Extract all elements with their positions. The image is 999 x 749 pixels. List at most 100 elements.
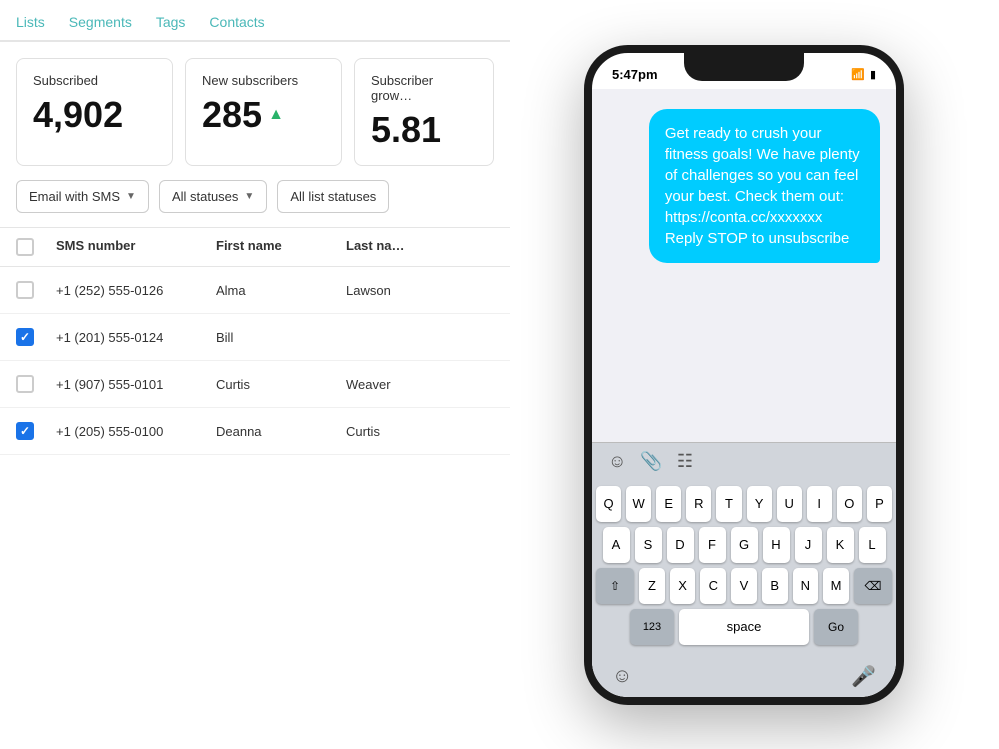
message-area: Get ready to crush your fitness goals! W… (592, 89, 896, 442)
row-checkbox[interactable] (16, 422, 56, 440)
key-b[interactable]: B (762, 568, 788, 604)
key-f[interactable]: F (699, 527, 726, 563)
tab-lists[interactable]: Lists (16, 14, 45, 42)
contacts-table: SMS number First name Last na… +1 (252) … (0, 227, 510, 455)
key-go[interactable]: Go (814, 609, 858, 645)
key-c[interactable]: C (700, 568, 726, 604)
key-w[interactable]: W (626, 486, 651, 522)
select-all-checkbox[interactable] (16, 238, 34, 256)
battery-icon: ▮ (870, 68, 876, 81)
key-a[interactable]: A (603, 527, 630, 563)
stat-subscriber-growth: Subscriber grow… 5.81 (354, 58, 494, 166)
table-header: SMS number First name Last na… (0, 227, 510, 267)
row-2-checkbox[interactable] (16, 328, 34, 346)
tab-contacts[interactable]: Contacts (209, 14, 264, 42)
row-3-checkbox[interactable] (16, 375, 34, 393)
row-1-first: Alma (216, 283, 346, 298)
key-p[interactable]: P (867, 486, 892, 522)
emoji-icon[interactable]: ☺ (608, 451, 626, 472)
wifi-icon: 📶 (851, 68, 865, 81)
table-row: +1 (205) 555-0100 Deanna Curtis (0, 408, 510, 455)
keyboard-toolbar: ☺ 📎 ☷ (592, 442, 896, 480)
key-y[interactable]: Y (747, 486, 772, 522)
key-t[interactable]: T (716, 486, 741, 522)
col-header-sms: SMS number (56, 238, 216, 256)
key-v[interactable]: V (731, 568, 757, 604)
left-panel: Lists Segments Tags Contacts Subscribed … (0, 0, 510, 749)
key-d[interactable]: D (667, 527, 694, 563)
status-icons: 📶 ▮ (851, 68, 876, 81)
sms-message-bubble: Get ready to crush your fitness goals! W… (649, 109, 880, 263)
row-1-phone: +1 (252) 555-0126 (56, 283, 216, 298)
filter-type-button[interactable]: Email with SMS ▼ (16, 180, 149, 213)
filters-row: Email with SMS ▼ All statuses ▼ All list… (0, 166, 510, 227)
stats-row: Subscribed 4,902 New subscribers 285 ▲ S… (0, 42, 510, 166)
col-header-checkbox (16, 238, 56, 256)
row-checkbox[interactable] (16, 328, 56, 346)
key-h[interactable]: H (763, 527, 790, 563)
key-123[interactable]: 123 (630, 609, 674, 645)
new-subscribers-value: 285 ▲ (202, 94, 325, 136)
row-4-last: Curtis (346, 424, 494, 439)
keyboard: Q W E R T Y U I O P A S D F G (592, 480, 896, 658)
key-m[interactable]: M (823, 568, 849, 604)
apps-icon[interactable]: ☷ (677, 451, 693, 472)
key-n[interactable]: N (793, 568, 819, 604)
keyboard-row-3: ⇧ Z X C V B N M ⌫ (596, 568, 892, 604)
key-space[interactable]: space (679, 609, 809, 645)
growth-label: Subscriber grow… (371, 73, 477, 103)
row-3-phone: +1 (907) 555-0101 (56, 377, 216, 392)
tab-tags[interactable]: Tags (156, 14, 186, 42)
filter-type-label: Email with SMS (29, 189, 120, 204)
row-3-last: Weaver (346, 377, 494, 392)
key-s[interactable]: S (635, 527, 662, 563)
key-g[interactable]: G (731, 527, 758, 563)
table-row: +1 (907) 555-0101 Curtis Weaver (0, 361, 510, 408)
filter-list-status-label: All list statuses (290, 189, 376, 204)
subscribed-label: Subscribed (33, 73, 156, 88)
phone-notch (684, 53, 804, 81)
tab-segments[interactable]: Segments (69, 14, 132, 42)
key-r[interactable]: R (686, 486, 711, 522)
key-shift[interactable]: ⇧ (596, 568, 634, 604)
attachment-icon[interactable]: 📎 (640, 451, 662, 472)
new-subscribers-label: New subscribers (202, 73, 325, 88)
key-u[interactable]: U (777, 486, 802, 522)
row-checkbox[interactable] (16, 375, 56, 393)
key-x[interactable]: X (670, 568, 696, 604)
keyboard-row-2: A S D F G H J K L (596, 527, 892, 563)
table-row: +1 (201) 555-0124 Bill (0, 314, 510, 361)
row-4-phone: +1 (205) 555-0100 (56, 424, 216, 439)
key-q[interactable]: Q (596, 486, 621, 522)
key-e[interactable]: E (656, 486, 681, 522)
table-row: +1 (252) 555-0126 Alma Lawson (0, 267, 510, 314)
smiley-icon[interactable]: ☺ (612, 665, 632, 688)
row-1-checkbox[interactable] (16, 281, 34, 299)
trend-up-icon: ▲ (268, 106, 284, 124)
row-4-first: Deanna (216, 424, 346, 439)
microphone-icon[interactable]: 🎤 (851, 664, 876, 689)
keyboard-row-bottom: 123 space Go (596, 609, 892, 645)
status-time: 5:47pm (612, 67, 658, 82)
filter-list-status-button[interactable]: All list statuses (277, 180, 389, 213)
key-i[interactable]: I (807, 486, 832, 522)
filter-status-button[interactable]: All statuses ▼ (159, 180, 267, 213)
chevron-down-icon: ▼ (244, 191, 254, 202)
key-k[interactable]: K (827, 527, 854, 563)
row-checkbox[interactable] (16, 281, 56, 299)
key-l[interactable]: L (859, 527, 886, 563)
stat-new-subscribers: New subscribers 285 ▲ (185, 58, 342, 166)
right-panel: 5:47pm 📶 ▮ Get ready to crush your fitne… (489, 0, 999, 749)
row-2-first: Bill (216, 330, 346, 345)
row-4-checkbox[interactable] (16, 422, 34, 440)
stat-subscribed: Subscribed 4,902 (16, 58, 173, 166)
filter-status-label: All statuses (172, 189, 238, 204)
key-z[interactable]: Z (639, 568, 665, 604)
phone-mockup: 5:47pm 📶 ▮ Get ready to crush your fitne… (584, 45, 904, 705)
phone-content: Get ready to crush your fitness goals! W… (592, 89, 896, 697)
key-o[interactable]: O (837, 486, 862, 522)
keyboard-row-1: Q W E R T Y U I O P (596, 486, 892, 522)
key-delete[interactable]: ⌫ (854, 568, 892, 604)
key-j[interactable]: J (795, 527, 822, 563)
message-inner: Get ready to crush your fitness goals! W… (608, 109, 880, 263)
